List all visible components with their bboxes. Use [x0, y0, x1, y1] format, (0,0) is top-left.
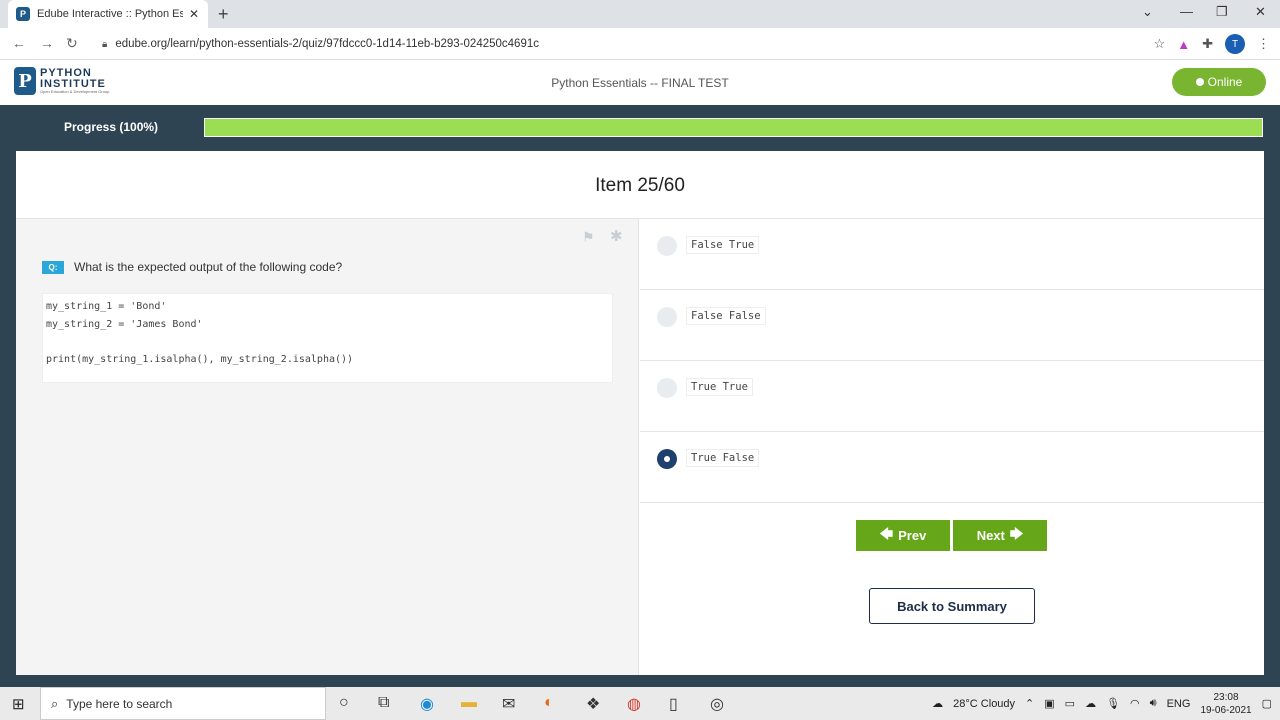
wifi-icon[interactable]: ◠: [1130, 697, 1140, 710]
profile-avatar[interactable]: T: [1225, 34, 1245, 54]
search-placeholder: Type here to search: [66, 696, 173, 711]
taskbar-search[interactable]: ⌕ Type here to search: [40, 687, 326, 720]
back-arrow-icon[interactable]: ←: [12, 35, 26, 51]
status-dot-icon: [1195, 78, 1204, 86]
obs-icon[interactable]: ◎: [710, 694, 724, 714]
microphone-icon[interactable]: 🎙︎: [1106, 697, 1120, 710]
clock[interactable]: 23:08 19-06-2021: [1200, 691, 1251, 717]
arrow-left-icon: 🡄: [879, 525, 894, 541]
extensions-puzzle-icon[interactable]: ✚: [1202, 36, 1213, 52]
notepad-icon[interactable]: ▯: [669, 694, 678, 714]
notification-icon[interactable]: ▢: [1262, 697, 1272, 710]
site-header: P PYTHON INSTITUTE Open Education & Deve…: [0, 60, 1280, 105]
online-status-badge[interactable]: Online: [1172, 68, 1266, 96]
bug-report-icon[interactable]: ✱: [610, 227, 623, 245]
progress-bar: [204, 118, 1263, 137]
mail-icon[interactable]: ✉: [502, 694, 515, 714]
item-counter: Item 25/60: [595, 175, 685, 196]
reload-icon[interactable]: ↻: [66, 35, 78, 52]
new-tab-icon[interactable]: +: [218, 4, 229, 25]
tray-chevron-up-icon[interactable]: ⌃: [1025, 697, 1034, 710]
answer-option[interactable]: True True: [640, 361, 1264, 432]
next-button-label: Next: [976, 528, 1005, 543]
close-window-icon[interactable]: ✕: [1255, 4, 1266, 20]
firefox-icon[interactable]: ◐: [544, 694, 554, 712]
file-explorer-icon[interactable]: ▬: [461, 694, 477, 712]
answer-radio[interactable]: [657, 307, 677, 327]
minimize-icon[interactable]: —: [1180, 4, 1193, 19]
answer-radio[interactable]: [657, 236, 677, 256]
task-view-icon[interactable]: ⧉: [378, 694, 389, 712]
code-block: my_string_1 = 'Bond' my_string_2 = 'Jame…: [42, 293, 613, 383]
answer-radio[interactable]: [657, 378, 677, 398]
language-indicator[interactable]: ENG: [1167, 698, 1191, 710]
question-text: What is the expected output of the follo…: [74, 260, 343, 274]
logo-tagline: Open Education & Development Group: [40, 89, 110, 94]
next-button[interactable]: Next 🡆: [953, 520, 1047, 551]
onedrive-icon[interactable]: ☁: [1085, 697, 1096, 710]
weather-cloud-icon: ☁: [932, 698, 944, 710]
menu-kebab-icon[interactable]: ⋮: [1257, 36, 1270, 52]
answer-option[interactable]: False False: [640, 290, 1264, 361]
answers-pane: False True False False True True True Fa…: [640, 219, 1264, 675]
item-header: Item 25/60: [16, 151, 1264, 219]
tray-app-icon[interactable]: ▣: [1044, 697, 1054, 710]
forward-arrow-icon[interactable]: →: [40, 35, 54, 51]
question-pane: ⚑ ✱ Q: What is the expected output of th…: [16, 219, 639, 675]
page-title: Python Essentials -- FINAL TEST: [551, 76, 729, 90]
browser-tab[interactable]: P Edube Interactive :: Python Essentials…: [8, 0, 208, 28]
windows-start-icon[interactable]: ⊞: [12, 695, 25, 713]
extension-icon[interactable]: ▲: [1177, 37, 1190, 52]
bookmark-star-icon[interactable]: ☆: [1154, 36, 1166, 52]
progress-bar-fill: [205, 119, 1262, 136]
clock-date: 19-06-2021: [1200, 704, 1252, 716]
browser-tab-bar: P Edube Interactive :: Python Essentials…: [0, 0, 1280, 28]
browser-toolbar-icons: ☆ ▲ ✚ T ⋮: [1154, 34, 1270, 54]
dropbox-icon[interactable]: ❖: [586, 694, 600, 714]
chrome-icon[interactable]: ◍: [627, 694, 641, 714]
answer-text: True True: [686, 378, 753, 396]
answer-text: True False: [686, 449, 760, 467]
lock-icon: 🔒︎: [102, 38, 108, 50]
restore-icon[interactable]: ❐: [1216, 4, 1228, 20]
back-to-summary-button[interactable]: Back to Summary: [869, 588, 1035, 624]
close-tab-icon[interactable]: ✕: [189, 7, 199, 21]
cortana-icon[interactable]: ○: [339, 694, 349, 712]
battery-icon[interactable]: ▭: [1065, 697, 1075, 710]
windows-taskbar: ⊞ ⌕ Type here to search ○ ⧉ ◉ ▬ ✉ ◐ ❖ ◍ …: [0, 687, 1280, 720]
answer-radio-selected[interactable]: [657, 449, 677, 469]
prev-button[interactable]: 🡄 Prev: [856, 520, 950, 551]
python-institute-favicon-icon: P: [16, 7, 30, 21]
answer-option[interactable]: False True: [640, 219, 1264, 290]
address-bar-row: ← → ↻ 🔒︎ edube.org/learn/python-essentia…: [0, 28, 1280, 60]
answer-option[interactable]: True False: [640, 432, 1264, 503]
clock-time: 23:08: [1213, 691, 1239, 703]
edge-browser-icon[interactable]: ◉: [420, 694, 434, 714]
question-badge: Q:: [42, 261, 64, 274]
tab-title: Edube Interactive :: Python Essentials: [37, 8, 183, 20]
online-status-label: Online: [1207, 75, 1243, 89]
system-tray: ☁ 28°C Cloudy ⌃ ▣ ▭ ☁ 🎙︎ ◠ 🔊︎ ENG 23:08 …: [932, 687, 1272, 720]
flag-icon[interactable]: ⚑: [582, 229, 595, 246]
answer-text: False True: [686, 236, 760, 254]
weather-text[interactable]: 28°C Cloudy: [953, 698, 1015, 710]
url-text: edube.org/learn/python-essentials-2/quiz…: [115, 38, 539, 50]
progress-label: Progress (100%): [64, 120, 159, 134]
quiz-panel: Item 25/60 ⚑ ✱ Q: What is the expected o…: [16, 151, 1264, 675]
tab-search-icon[interactable]: ⌄: [1142, 4, 1153, 20]
url-field[interactable]: 🔒︎ edube.org/learn/python-essentials-2/q…: [92, 33, 1162, 55]
answer-text: False False: [686, 307, 766, 325]
arrow-right-icon: 🡆: [1009, 525, 1024, 541]
search-icon: ⌕: [51, 695, 59, 711]
volume-icon[interactable]: 🔊︎: [1150, 697, 1157, 710]
prev-button-label: Prev: [898, 528, 927, 543]
